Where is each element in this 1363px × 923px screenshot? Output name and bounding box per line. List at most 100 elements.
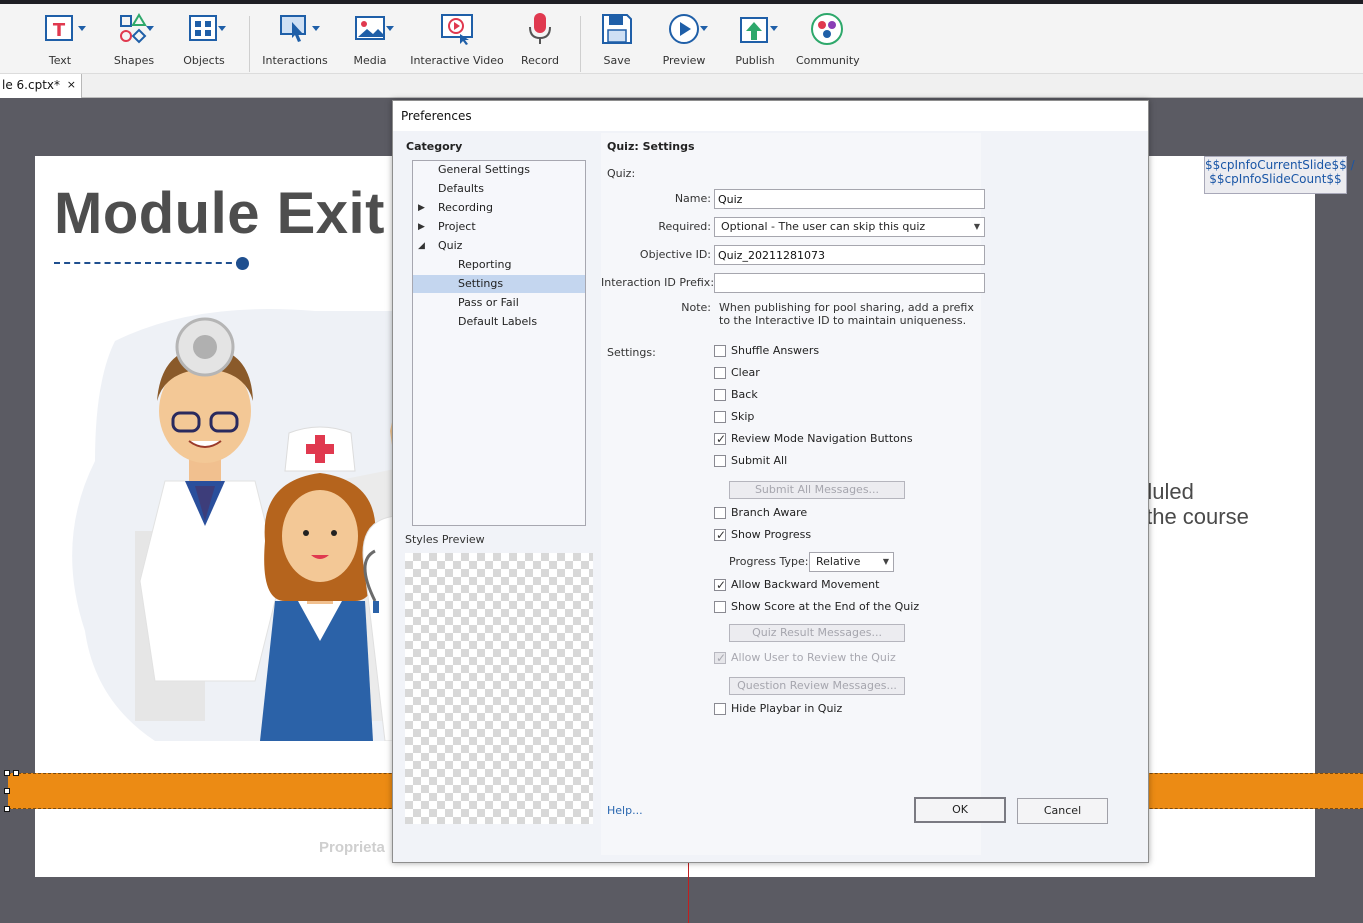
document-tab-label: le 6.cptx* <box>2 78 61 92</box>
name-label: Name: <box>674 192 711 205</box>
checkbox-unchecked[interactable] <box>714 703 726 715</box>
checkbox-label: Skip <box>731 410 755 423</box>
resize-handle[interactable] <box>4 770 10 776</box>
chevron-down-icon[interactable] <box>386 26 394 32</box>
checkbox-checked[interactable]: ✓ <box>714 578 727 592</box>
interaction-id-prefix-label: Interaction ID Prefix: <box>601 276 715 289</box>
chevron-down-icon[interactable] <box>146 26 154 32</box>
save-toolbar-button[interactable]: Save <box>594 10 640 72</box>
expand-arrow-icon[interactable]: ▶ <box>418 218 425 236</box>
tree-item-default-labels[interactable]: Default Labels <box>413 313 585 331</box>
slide-number-variable[interactable]: $$cpInfoCurrentSlide$$ / $$cpInfoSlideCo… <box>1204 156 1355 194</box>
chevron-down-icon[interactable] <box>312 26 320 32</box>
checkbox-unchecked[interactable] <box>714 411 726 423</box>
quiz-result-messages-button[interactable]: Quiz Result Messages... <box>729 624 905 642</box>
resize-handle[interactable] <box>4 806 10 812</box>
question-review-messages-button[interactable]: Question Review Messages... <box>729 677 905 695</box>
collapse-arrow-icon[interactable]: ◢ <box>418 237 425 255</box>
styles-preview-area <box>405 553 593 824</box>
media-toolbar-button[interactable]: Media <box>346 10 394 72</box>
checkbox-checked[interactable]: ✓ <box>714 651 727 665</box>
chevron-down-icon[interactable] <box>770 26 778 32</box>
toolbar-divider <box>580 16 581 72</box>
progress-type-label: Progress Type: <box>729 555 809 568</box>
checkmark-icon: ✓ <box>716 432 727 446</box>
objective-id-label: Objective ID: <box>639 248 711 261</box>
checkbox-label: Submit All <box>731 454 788 467</box>
document-tab[interactable]: le 6.cptx* × <box>0 74 82 98</box>
chevron-down-icon[interactable] <box>78 26 86 32</box>
help-link[interactable]: Help... <box>607 804 643 817</box>
note-label: Note: <box>681 301 711 314</box>
tree-item-project[interactable]: ▶ Project <box>413 218 585 236</box>
tree-item-recording[interactable]: ▶ Recording <box>413 199 585 217</box>
preview-toolbar-label: Preview <box>662 54 706 67</box>
shapes-toolbar-button[interactable]: Shapes <box>110 10 158 72</box>
checkmark-icon: ✓ <box>716 578 727 592</box>
ok-button[interactable]: OK <box>914 797 1006 823</box>
checkbox-label: Shuffle Answers <box>731 344 820 357</box>
chevron-down-icon[interactable] <box>218 26 226 32</box>
checkbox-checked[interactable]: ✓ <box>714 432 727 446</box>
chevron-down-icon[interactable] <box>700 26 708 32</box>
tree-item-defaults[interactable]: Defaults <box>413 180 585 198</box>
objects-toolbar-button[interactable]: Objects <box>180 10 228 72</box>
tree-item-pass-or-fail[interactable]: Pass or Fail <box>413 294 585 312</box>
resize-handle[interactable] <box>4 788 10 794</box>
title-underline <box>54 262 242 264</box>
tree-item-quiz[interactable]: ◢ Quiz <box>413 237 585 255</box>
record-toolbar-button[interactable]: Record <box>516 10 564 72</box>
expand-arrow-icon[interactable]: ▶ <box>418 199 425 217</box>
category-tree: General Settings Defaults ▶ Recording ▶ Pr… <box>412 160 586 526</box>
required-select[interactable]: Optional - The user can skip this quiz ▼ <box>714 217 985 237</box>
medical-staff-illustration[interactable] <box>55 301 435 741</box>
chevron-down-icon: ▼ <box>882 557 889 566</box>
cancel-button[interactable]: Cancel <box>1017 798 1108 824</box>
checkbox-unchecked[interactable] <box>714 389 726 401</box>
slide-body-text[interactable]: duled the course <box>1140 479 1249 529</box>
interactions-toolbar-label: Interactions <box>262 54 328 67</box>
checkmark-icon: ✓ <box>716 651 727 665</box>
checkbox-label: Show Progress <box>731 528 812 541</box>
checkbox-label: Review Mode Navigation Buttons <box>731 432 913 445</box>
interactive-video-toolbar-button[interactable]: Interactive Video <box>410 10 504 72</box>
checkbox-label: Allow User to Review the Quiz <box>731 651 896 664</box>
checkbox-unchecked[interactable] <box>714 367 726 379</box>
objective-id-field[interactable] <box>714 245 985 265</box>
checkbox-unchecked[interactable] <box>714 345 726 357</box>
slide-title[interactable]: Module Exit <box>54 180 385 247</box>
title-underline-dot <box>236 257 249 270</box>
shapes-toolbar-label: Shapes <box>113 54 155 67</box>
document-tab-bar: le 6.cptx* × <box>0 74 1363 98</box>
community-toolbar-button[interactable]: Community <box>796 10 860 72</box>
main-toolbar: T Text Shapes Objects Interactions Media… <box>0 4 1363 74</box>
tree-item-reporting[interactable]: Reporting <box>413 256 585 274</box>
interactions-toolbar-button[interactable]: Interactions <box>262 10 328 72</box>
objects-toolbar-label: Objects <box>183 54 225 67</box>
resize-handle[interactable] <box>13 770 19 776</box>
microphone-icon <box>529 13 551 44</box>
checkbox-label: Branch Aware <box>731 506 808 519</box>
progress-type-select[interactable]: Relative ▼ <box>809 552 894 572</box>
preview-toolbar-button[interactable]: Preview <box>658 10 710 72</box>
settings-group-label: Settings: <box>607 346 656 359</box>
tree-item-settings[interactable]: Settings <box>413 275 585 293</box>
section-title: Quiz: Settings <box>607 140 695 153</box>
interaction-id-prefix-field[interactable] <box>714 273 985 293</box>
checkbox-unchecked[interactable] <box>714 455 726 467</box>
quiz-group-label: Quiz: <box>607 167 636 180</box>
submit-all-messages-button[interactable]: Submit All Messages... <box>729 481 905 499</box>
svg-text:T: T <box>53 20 66 41</box>
close-icon[interactable]: × <box>67 74 76 96</box>
record-toolbar-label: Record <box>520 54 559 67</box>
checkbox-checked[interactable]: ✓ <box>714 528 726 542</box>
styles-preview-label: Styles Preview <box>405 533 485 546</box>
name-field[interactable] <box>714 189 985 209</box>
slide-footer-text[interactable]: Proprieta <box>319 839 385 856</box>
tree-item-general-settings[interactable]: General Settings <box>413 161 585 179</box>
checkbox-label: Clear <box>731 366 760 379</box>
checkbox-unchecked[interactable] <box>714 507 726 519</box>
text-toolbar-button[interactable]: T Text <box>36 10 86 72</box>
publish-toolbar-button[interactable]: Publish <box>730 10 780 72</box>
checkbox-unchecked[interactable] <box>714 601 726 613</box>
